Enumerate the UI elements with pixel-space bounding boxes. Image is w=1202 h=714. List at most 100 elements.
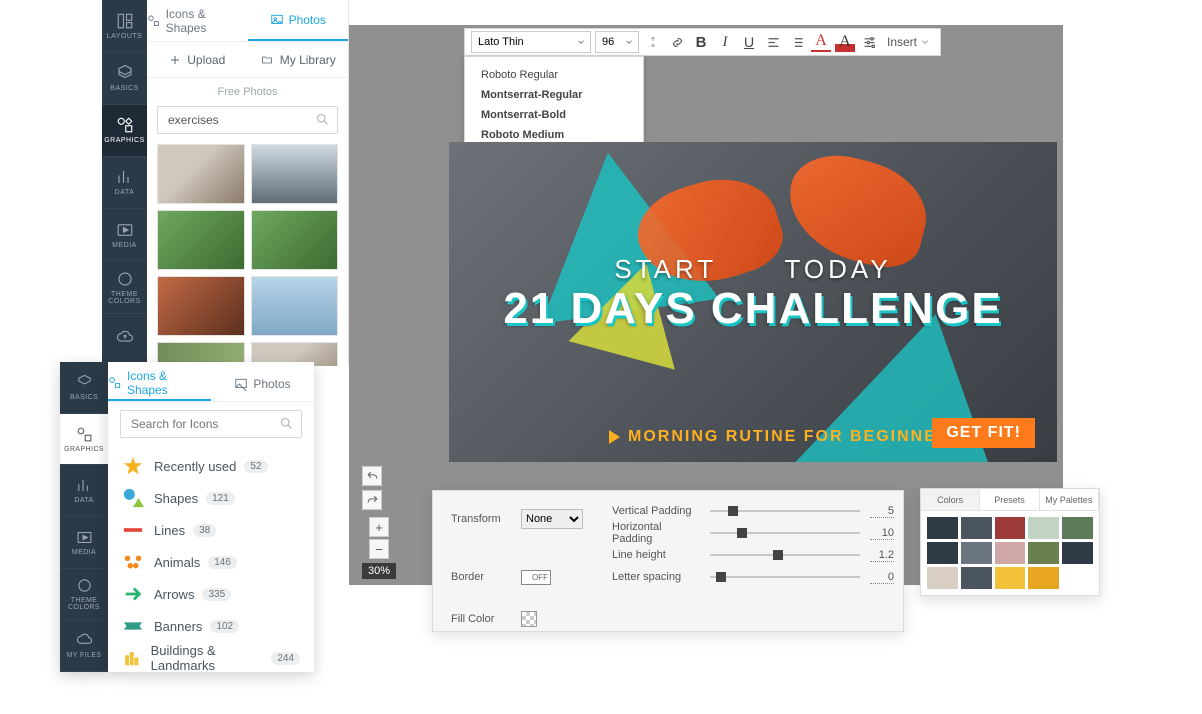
- slider-knob[interactable]: [716, 572, 726, 582]
- zoom-out-button[interactable]: −: [369, 539, 389, 559]
- fill-color-swatch[interactable]: [521, 611, 537, 627]
- photo-search-input[interactable]: [157, 106, 338, 134]
- slider-value[interactable]: 5: [870, 505, 894, 518]
- color-swatch[interactable]: [1062, 542, 1093, 564]
- color-swatch[interactable]: [927, 567, 958, 589]
- chevron-down-icon: [624, 37, 634, 47]
- graphics-panel-photos: Icons & Shapes Photos Upload My Library …: [147, 0, 349, 366]
- transform-select[interactable]: None: [521, 509, 583, 529]
- nav-graphics[interactable]: GRAPHICS: [102, 105, 147, 157]
- underline-button[interactable]: U: [739, 32, 759, 52]
- heading-text[interactable]: START TODAY: [449, 254, 1057, 285]
- border-toggle[interactable]: OFF: [521, 570, 551, 585]
- color-swatch[interactable]: [995, 542, 1026, 564]
- nav-theme-colors[interactable]: THEME COLORS: [102, 261, 147, 313]
- align-button[interactable]: [763, 32, 783, 52]
- color-swatch[interactable]: [961, 567, 992, 589]
- slider-track[interactable]: [710, 576, 860, 578]
- tab-icons-shapes[interactable]: Icons & Shapes: [147, 0, 248, 41]
- photo-thumb[interactable]: [157, 210, 245, 270]
- font-option[interactable]: Montserrat-Regular: [465, 85, 643, 105]
- nav2-graphics[interactable]: GRAPHICS: [60, 414, 108, 466]
- tab-photos-2[interactable]: Photos: [211, 366, 314, 401]
- italic-button[interactable]: I: [715, 32, 735, 52]
- redo-button[interactable]: [362, 490, 382, 510]
- nav2-myfiles[interactable]: MY FILES: [60, 620, 108, 672]
- color-swatch[interactable]: [1028, 542, 1059, 564]
- title-text[interactable]: 21 DAYS CHALLENGE: [449, 284, 1057, 334]
- nav-upload[interactable]: [102, 314, 147, 366]
- slider-track[interactable]: [710, 554, 860, 556]
- photo-thumb[interactable]: [251, 276, 339, 336]
- category-count: 335: [202, 588, 231, 601]
- color-swatch[interactable]: [927, 517, 958, 539]
- category-icon: [122, 647, 141, 669]
- settings-button[interactable]: [859, 32, 879, 52]
- list-button[interactable]: [787, 32, 807, 52]
- font-option[interactable]: Roboto Regular: [465, 65, 643, 85]
- photo-thumb[interactable]: [157, 144, 245, 204]
- category-item[interactable]: Banners102: [114, 610, 308, 642]
- color-swatch[interactable]: [995, 567, 1026, 589]
- slider-track[interactable]: [710, 510, 860, 512]
- nav-layouts[interactable]: LAYOUTS: [102, 0, 147, 52]
- my-palettes-tab[interactable]: My Palettes: [1040, 489, 1099, 510]
- text-color-button[interactable]: A: [811, 32, 831, 52]
- nav2-basics[interactable]: BASICS: [60, 362, 108, 414]
- nav-media[interactable]: MEDIA: [102, 209, 147, 261]
- nav2-data[interactable]: DATA: [60, 465, 108, 517]
- color-swatch[interactable]: [1028, 517, 1059, 539]
- zoom-level[interactable]: 30%: [362, 563, 396, 579]
- nav2-theme[interactable]: THEME COLORS: [60, 569, 108, 621]
- font-size-stepper[interactable]: [643, 32, 663, 52]
- icon-search-input[interactable]: [120, 410, 302, 438]
- photo-thumb[interactable]: [251, 144, 339, 204]
- font-family-select[interactable]: Lato Thin: [471, 31, 591, 53]
- search-icon: [279, 416, 294, 431]
- cta-button[interactable]: GET FIT!: [932, 418, 1035, 448]
- color-swatch[interactable]: [1062, 517, 1093, 539]
- play-icon: [609, 430, 620, 444]
- text-highlight-button[interactable]: A: [835, 32, 855, 52]
- photo-thumb[interactable]: [251, 210, 339, 270]
- tab-photos[interactable]: Photos: [248, 0, 349, 41]
- color-swatch[interactable]: [1062, 567, 1093, 589]
- slider-knob[interactable]: [737, 528, 747, 538]
- slider-knob[interactable]: [773, 550, 783, 560]
- font-size-select[interactable]: 96: [595, 31, 639, 53]
- category-item[interactable]: Arrows335: [114, 578, 308, 610]
- nav-data[interactable]: DATA: [102, 157, 147, 209]
- color-swatch[interactable]: [995, 517, 1026, 539]
- design-canvas[interactable]: START TODAY 21 DAYS CHALLENGE MORNING RU…: [449, 142, 1057, 462]
- category-item[interactable]: Recently used52: [114, 450, 308, 482]
- font-option[interactable]: Montserrat-Bold: [465, 105, 643, 125]
- color-swatch[interactable]: [1028, 567, 1059, 589]
- category-item[interactable]: Animals146: [114, 546, 308, 578]
- color-swatch[interactable]: [927, 542, 958, 564]
- link-button[interactable]: [667, 32, 687, 52]
- presets-tab[interactable]: Presets: [980, 489, 1039, 510]
- colors-tab[interactable]: Colors: [921, 489, 980, 510]
- upload-button[interactable]: Upload: [147, 42, 248, 77]
- slider-value[interactable]: 1.2: [870, 549, 894, 562]
- my-library-button[interactable]: My Library: [248, 42, 349, 77]
- slider-value[interactable]: 0: [870, 571, 894, 584]
- subtitle-text[interactable]: MORNING RUTINE FOR BEGINNERS: [609, 428, 963, 446]
- slider-knob[interactable]: [728, 506, 738, 516]
- nav-basics[interactable]: BASICS: [102, 52, 147, 104]
- color-swatch[interactable]: [961, 517, 992, 539]
- category-icon: [122, 583, 144, 605]
- zoom-in-button[interactable]: +: [369, 517, 389, 537]
- slider-value[interactable]: 10: [870, 527, 894, 540]
- category-item[interactable]: Lines38: [114, 514, 308, 546]
- color-swatch[interactable]: [961, 542, 992, 564]
- insert-menu[interactable]: Insert: [883, 35, 934, 49]
- bold-button[interactable]: B: [691, 32, 711, 52]
- nav2-media[interactable]: MEDIA: [60, 517, 108, 569]
- category-item[interactable]: Shapes121: [114, 482, 308, 514]
- photo-thumb[interactable]: [157, 276, 245, 336]
- slider-track[interactable]: [710, 532, 860, 534]
- category-item[interactable]: Buildings & Landmarks244: [114, 642, 308, 672]
- tab-icons-shapes-2[interactable]: Icons & Shapes: [108, 366, 211, 401]
- undo-button[interactable]: [362, 466, 382, 486]
